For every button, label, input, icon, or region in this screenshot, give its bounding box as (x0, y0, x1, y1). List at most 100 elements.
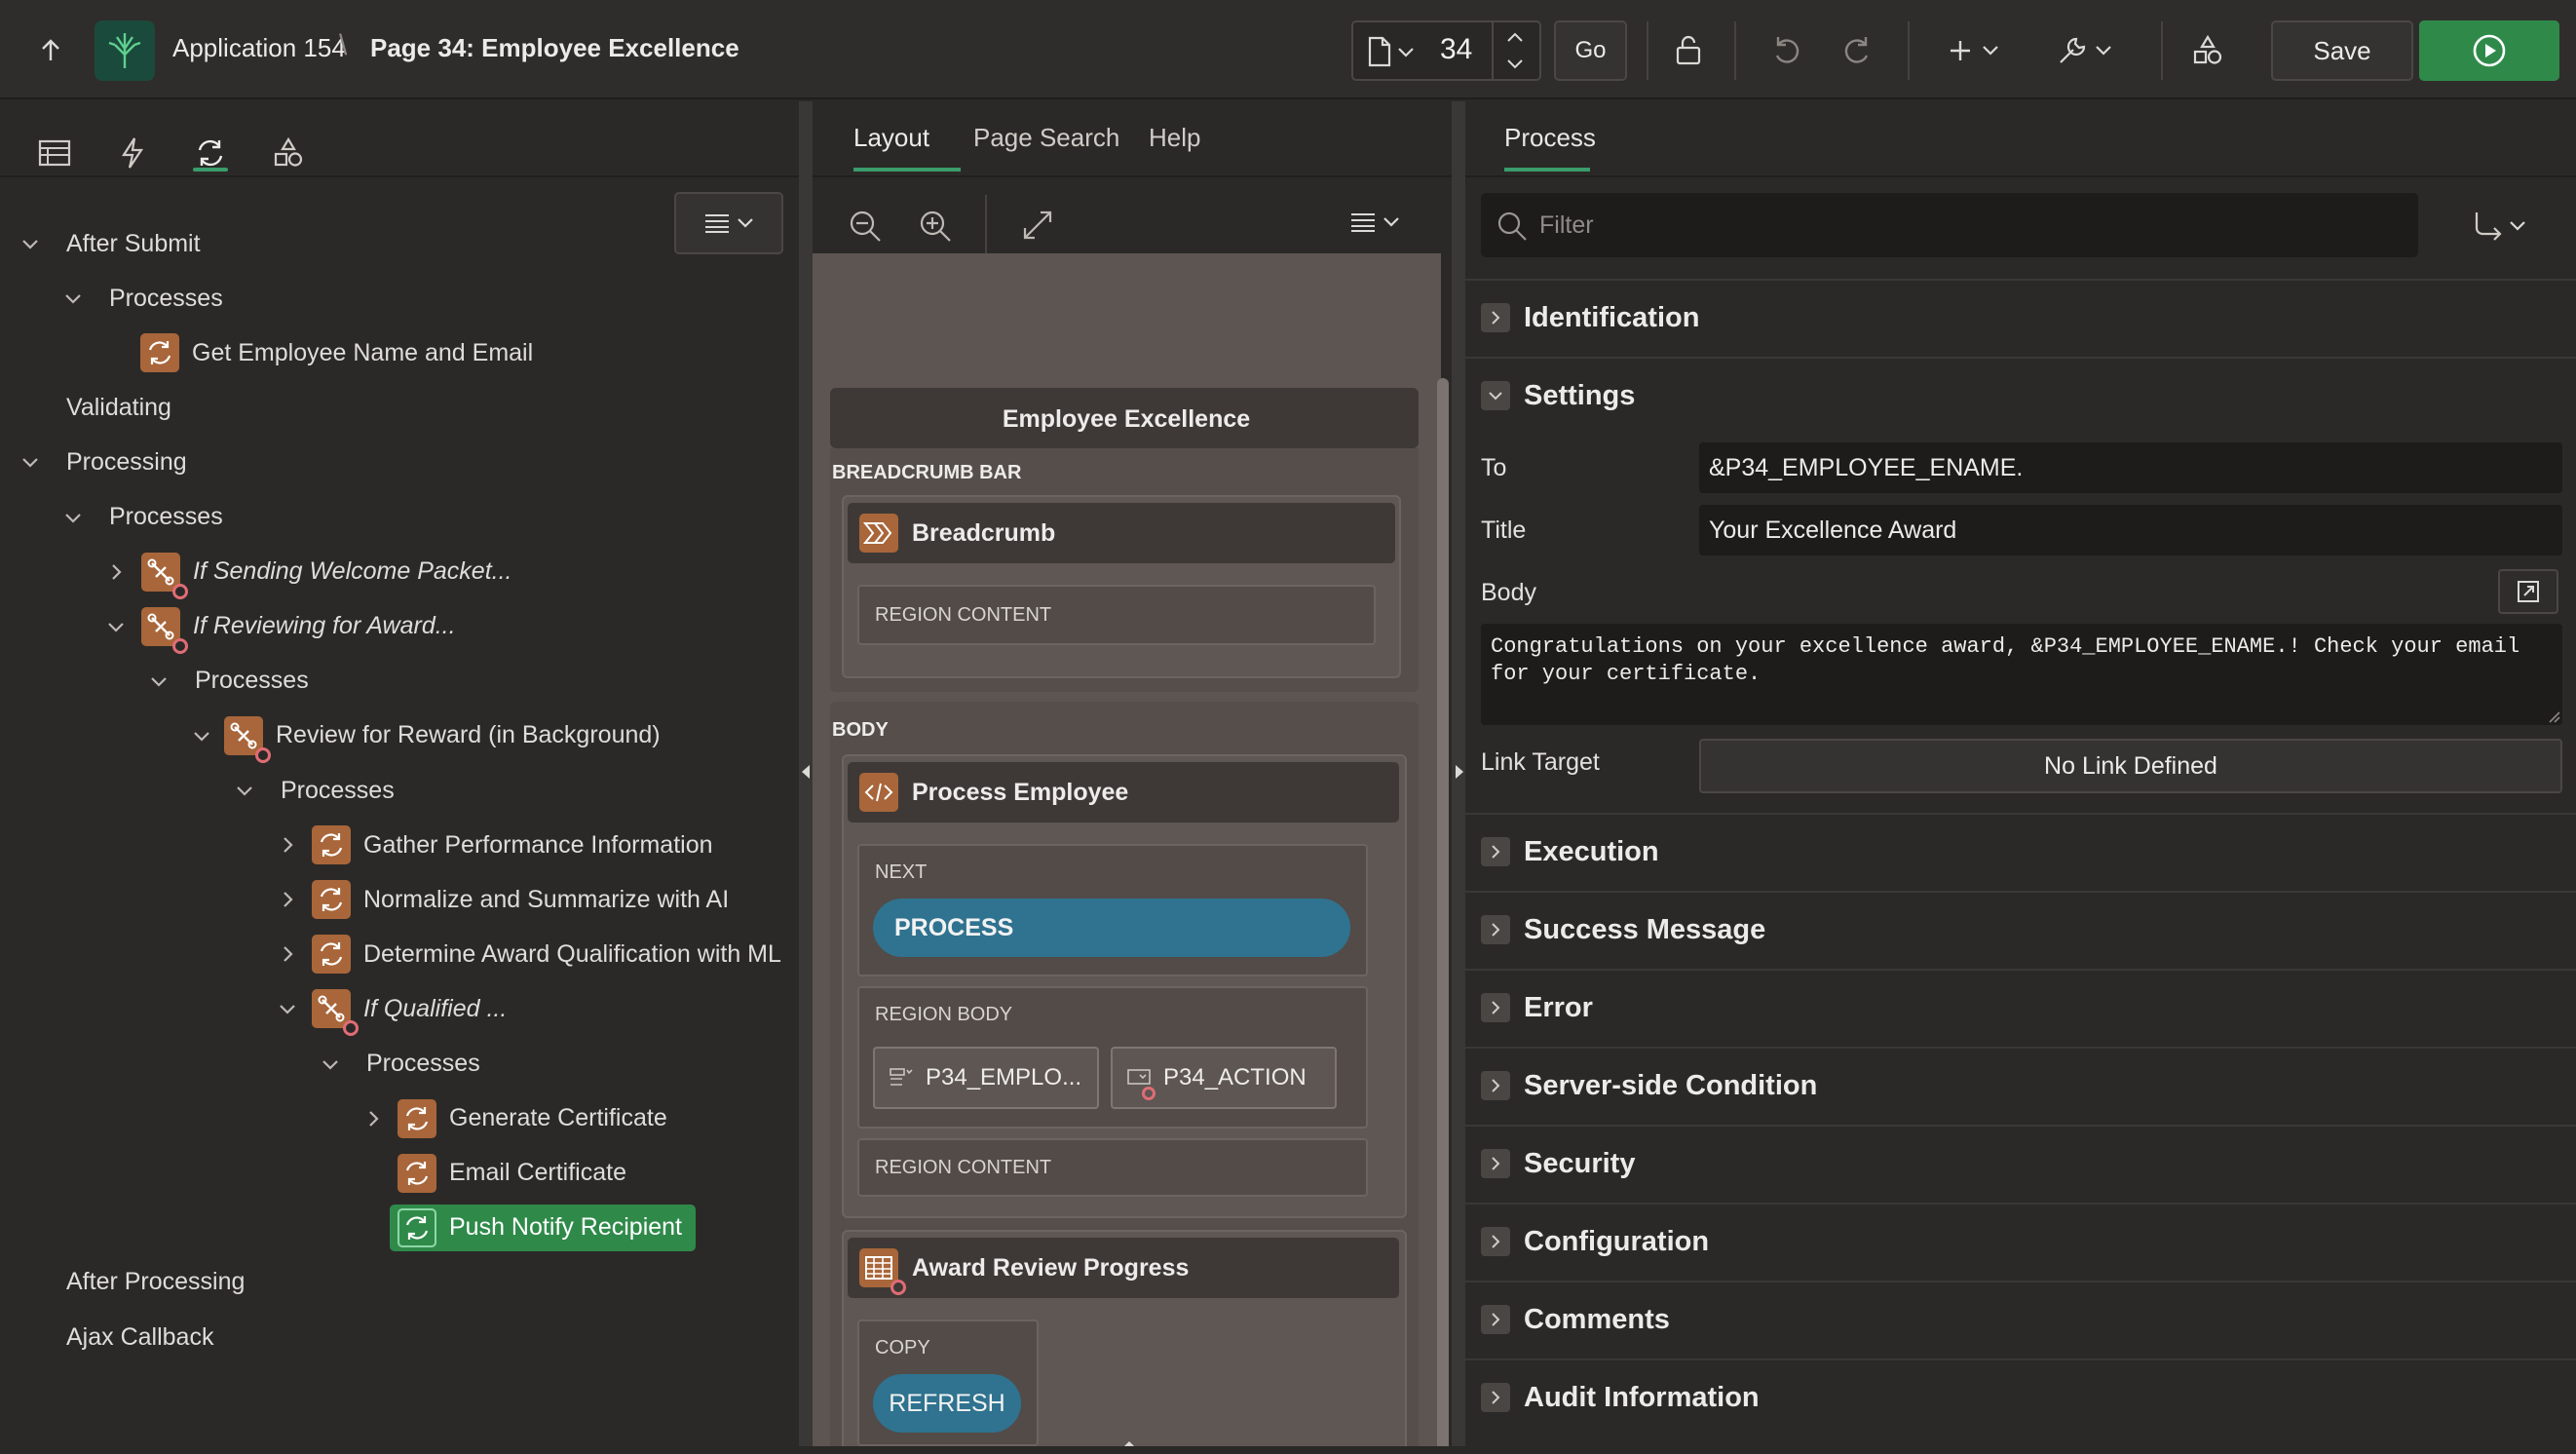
zoom-out-icon[interactable] (848, 209, 883, 244)
save-button[interactable]: Save (2271, 20, 2413, 81)
next-slot[interactable]: NEXT PROCESS (857, 844, 1368, 976)
page-item-employee[interactable]: P34_EMPLO... (873, 1047, 1099, 1109)
section-configuration[interactable]: Configuration (1465, 1203, 2576, 1279)
up-arrow-icon[interactable] (29, 29, 72, 72)
page-title-card[interactable]: Employee Excellence (830, 388, 1419, 448)
undo-icon[interactable] (1765, 29, 1808, 72)
tab-process[interactable]: Process (1504, 123, 1596, 153)
play-icon (2472, 33, 2507, 68)
tree-processes[interactable]: Processes (109, 494, 223, 541)
region-content-slot[interactable]: REGION CONTENT (857, 1138, 1368, 1197)
tree-after-processing[interactable]: After Processing (66, 1259, 245, 1306)
tree-ajax-callback[interactable]: Ajax Callback (66, 1314, 213, 1360)
award-review-title: Award Review Progress (912, 1253, 1190, 1282)
tree-determine-award[interactable]: Determine Award Qualification with ML (363, 931, 781, 977)
utilities-menu-button[interactable] (2050, 29, 2118, 72)
tree-processes[interactable]: Processes (195, 658, 309, 705)
chevron-down-icon[interactable] (234, 780, 255, 801)
chevron-right-icon[interactable] (362, 1108, 384, 1129)
region-content-slot[interactable]: REGION CONTENT (857, 585, 1376, 645)
tab-layout[interactable]: Layout (853, 123, 929, 153)
canvas-scrollbar[interactable] (1437, 378, 1449, 1454)
create-menu-button[interactable] (1939, 29, 2007, 72)
body-textarea[interactable]: Congratulations on your excellence award… (1481, 624, 2562, 725)
go-to-group-button[interactable] (2471, 210, 2525, 242)
chevron-right-icon[interactable] (277, 834, 298, 856)
shared-components-icon[interactable] (2186, 29, 2229, 72)
tree-email-certificate[interactable]: Email Certificate (449, 1150, 626, 1197)
resize-handle-icon[interactable] (2547, 709, 2560, 723)
lock-icon[interactable] (1668, 29, 1711, 72)
chevron-down-icon[interactable] (19, 233, 41, 254)
stepper-up-icon[interactable] (1507, 32, 1523, 42)
section-audit-information[interactable]: Audit Information (1465, 1358, 2576, 1435)
page-number-input[interactable]: 34 (1440, 33, 1472, 66)
open-code-editor-button[interactable] (2498, 569, 2558, 614)
chevron-down-icon[interactable] (191, 725, 212, 746)
chevron-down-icon[interactable] (19, 451, 41, 473)
chevron-down-icon[interactable] (62, 287, 84, 309)
section-error[interactable]: Error (1465, 969, 2576, 1045)
tab-help[interactable]: Help (1149, 123, 1200, 153)
process-employee-region[interactable]: Process Employee NEXT PROCESS REGION BOD… (842, 754, 1407, 1218)
title-field[interactable]: Your Excellence Award (1699, 505, 2562, 555)
page-item-action[interactable]: P34_ACTION (1111, 1047, 1337, 1109)
stepper-down-icon[interactable] (1507, 59, 1523, 69)
left-splitter[interactable] (799, 101, 813, 1454)
tree-normalize-summarize[interactable]: Normalize and Summarize with AI (363, 876, 729, 923)
tree-if-sending-welcome[interactable]: If Sending Welcome Packet... (193, 549, 511, 595)
tree-validating[interactable]: Validating (66, 384, 171, 431)
run-page-button[interactable] (2419, 20, 2559, 81)
tree-gather-performance[interactable]: Gather Performance Information (363, 822, 713, 868)
filter-input[interactable] (1539, 193, 2397, 257)
tree-get-employee[interactable]: Get Employee Name and Email (192, 329, 533, 376)
link-target-button[interactable]: No Link Defined (1699, 739, 2562, 793)
redo-icon[interactable] (1836, 29, 1878, 72)
shapes-icon (272, 136, 305, 170)
refresh-button[interactable]: REFRESH (873, 1374, 1021, 1433)
chevron-down-icon[interactable] (105, 616, 127, 637)
filter-field[interactable] (1481, 193, 2418, 257)
section-settings[interactable]: Settings (1465, 357, 2576, 433)
section-success-message[interactable]: Success Message (1465, 891, 2576, 967)
tree-if-qualified[interactable]: If Qualified ... (363, 985, 507, 1032)
tree-processes[interactable]: Processes (109, 275, 223, 322)
section-identification[interactable]: Identification (1465, 279, 2576, 355)
chevron-down-icon[interactable] (320, 1053, 341, 1075)
collapse-right-icon[interactable] (1455, 764, 1464, 780)
to-field[interactable]: &P34_EMPLOYEE_ENAME. (1699, 442, 2562, 493)
app-name[interactable]: Application 154 (172, 33, 346, 63)
chevron-right-icon[interactable] (105, 561, 127, 583)
layout-menu-button[interactable] (1350, 212, 1399, 232)
tree-menu-button[interactable] (674, 192, 783, 254)
chevron-down-icon[interactable] (62, 507, 84, 528)
breadcrumb-region[interactable]: Breadcrumb REGION CONTENT (842, 495, 1401, 678)
chevron-right-icon[interactable] (277, 943, 298, 965)
section-execution[interactable]: Execution (1465, 813, 2576, 889)
tree-generate-certificate[interactable]: Generate Certificate (449, 1095, 667, 1142)
tree-processes[interactable]: Processes (366, 1041, 480, 1088)
section-security[interactable]: Security (1465, 1125, 2576, 1201)
process-button[interactable]: PROCESS (873, 899, 1350, 957)
go-button[interactable]: Go (1554, 20, 1627, 81)
select-list-icon (889, 1067, 914, 1089)
zoom-in-icon[interactable] (918, 209, 953, 244)
collapse-left-icon[interactable] (801, 764, 811, 780)
region-body-slot[interactable]: REGION BODY P34_EMPLO... P34_ACTION (857, 986, 1368, 1129)
chevron-down-icon[interactable] (148, 670, 170, 692)
tree-if-reviewing[interactable]: If Reviewing for Award... (193, 603, 456, 650)
tree-after-submit[interactable]: After Submit (66, 220, 201, 267)
chevron-down-icon[interactable] (277, 998, 298, 1019)
tab-page-search[interactable]: Page Search (973, 123, 1119, 153)
expand-icon[interactable] (1021, 209, 1054, 242)
chevron-right-icon[interactable] (277, 889, 298, 910)
copy-slot[interactable]: COPY REFRESH (857, 1320, 1039, 1446)
section-comments[interactable]: Comments (1465, 1281, 2576, 1357)
chevron-down-icon (1398, 48, 1414, 57)
right-splitter[interactable] (1452, 101, 1465, 1454)
award-review-progress-region[interactable]: Award Review Progress COPY REFRESH REGIO… (842, 1230, 1407, 1454)
tree-processes[interactable]: Processes (281, 767, 395, 814)
tree-processing[interactable]: Processing (66, 439, 187, 485)
tree-review-for-reward[interactable]: Review for Reward (in Background) (276, 712, 661, 759)
section-server-side-condition[interactable]: Server-side Condition (1465, 1047, 2576, 1123)
